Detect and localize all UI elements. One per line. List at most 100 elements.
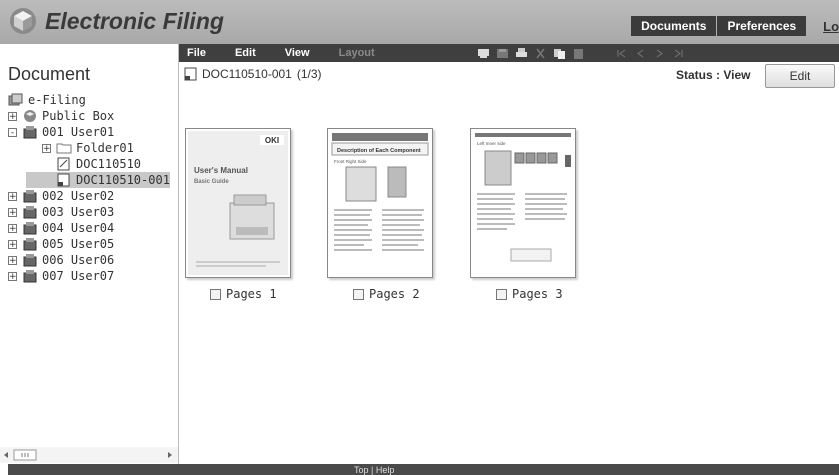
paste-icon <box>573 48 583 59</box>
tree-label: 005 User05 <box>42 237 115 251</box>
edit-button[interactable]: Edit <box>765 64 835 88</box>
menu-bar: File Edit View Layout <box>179 44 839 62</box>
user-box-icon <box>23 206 37 219</box>
tree-label: e-Filing <box>28 93 86 107</box>
expand-icon[interactable]: + <box>8 271 17 281</box>
page-thumbnail-3[interactable]: Left Inner side <box>470 128 576 278</box>
expand-icon[interactable]: + <box>8 255 17 265</box>
tree-label: 007 User07 <box>42 269 115 283</box>
print-icon[interactable] <box>515 47 528 59</box>
app-logo: Electronic Filing <box>8 7 224 35</box>
tree-label: 004 User04 <box>42 221 115 235</box>
page-heading: Description of Each Component <box>337 148 421 154</box>
tree-label: 006 User06 <box>42 253 115 267</box>
user-box-icon <box>23 190 37 203</box>
public-box-icon <box>24 110 36 122</box>
page-label: Pages 1 <box>226 287 277 301</box>
page-thumbnail-1[interactable]: OKI User's Manual Basic Guide <box>185 128 291 278</box>
prev-page-icon <box>636 49 643 57</box>
page-heading: User's Manual <box>194 166 248 175</box>
menu-layout: Layout <box>338 47 375 59</box>
collapse-icon[interactable]: - <box>8 127 17 137</box>
tree-label: Public Box <box>42 109 115 123</box>
tree-label: DOC110510 <box>76 157 142 171</box>
tree-label: 001 User01 <box>42 125 115 139</box>
tree-item-user05[interactable]: + 005 User05 <box>8 236 114 252</box>
page-select-1[interactable]: Pages 1 <box>210 287 277 301</box>
header-bar: Electronic Filing Documents Preferences … <box>0 0 839 45</box>
tree-item-doc110510[interactable]: DOC110510 <box>56 156 141 172</box>
last-page-icon <box>674 49 683 57</box>
tree-label: 003 User03 <box>42 205 115 219</box>
tree-item-user01[interactable]: - 001 User01 <box>8 124 114 140</box>
doc-title-bar: DOC110510-001 (1/3) <box>184 67 322 81</box>
page-info: (1/3) <box>296 67 322 81</box>
user-box-icon <box>23 270 37 283</box>
expand-icon[interactable]: + <box>8 111 17 121</box>
page-heading: Left Inner side <box>477 141 506 146</box>
page-subheading: Basic Guide <box>194 179 229 185</box>
page-select-2[interactable]: Pages 2 <box>353 287 420 301</box>
brand-text: OKI <box>265 136 279 145</box>
app-title: Electronic Filing <box>45 7 224 34</box>
cut-icon <box>536 48 545 58</box>
expand-icon[interactable]: + <box>8 239 17 249</box>
folder-icon <box>56 143 72 154</box>
document-icon <box>57 173 70 187</box>
page-select-3[interactable]: Pages 3 <box>496 287 563 301</box>
page-thumbnail-2[interactable]: Description of Each Component Front Righ… <box>327 128 433 278</box>
page-label: Pages 3 <box>512 287 563 301</box>
tree-label: 002 User02 <box>42 189 115 203</box>
expand-icon[interactable]: + <box>42 143 51 153</box>
doc-name: DOC110510-001 <box>202 67 292 81</box>
page-subheading: Front Right Side <box>334 159 367 164</box>
document-view: DOC110510-001 (1/3) Status : View Edit O… <box>179 62 839 464</box>
tree-item-folder01[interactable]: + Folder01 <box>42 140 134 156</box>
tree-label: Folder01 <box>76 141 134 155</box>
sidebar-hscrollbar[interactable] <box>0 447 178 463</box>
page-preview: Description of Each Component Front Righ… <box>328 129 432 277</box>
page-preview: Left Inner side <box>471 129 575 277</box>
menu-view[interactable]: View <box>285 47 310 59</box>
save-icon <box>496 48 508 58</box>
copy-icon[interactable] <box>553 48 566 59</box>
cube-logo-icon <box>10 8 36 34</box>
logout-link[interactable]: Log <box>823 19 839 34</box>
tree-label: DOC110510-001 <box>76 173 170 187</box>
user-box-icon <box>23 254 37 267</box>
menu-file[interactable]: File <box>187 47 206 59</box>
tree-item-efiling[interactable]: e-Filing <box>8 92 86 108</box>
page-checkbox[interactable] <box>353 288 364 300</box>
tree-item-user03[interactable]: + 003 User03 <box>8 204 114 220</box>
page-checkbox[interactable] <box>496 288 507 300</box>
preferences-tab[interactable]: Preferences <box>717 16 807 36</box>
tree-item-user06[interactable]: + 006 User06 <box>8 252 114 268</box>
tree-item-user04[interactable]: + 004 User04 <box>8 220 114 236</box>
properties-icon[interactable] <box>477 48 490 59</box>
sidebar-title: Document <box>8 64 91 84</box>
user-box-icon <box>23 222 37 235</box>
efiling-root-icon <box>8 93 23 106</box>
tree-item-user02[interactable]: + 002 User02 <box>8 188 114 204</box>
document-icon <box>57 157 70 171</box>
user-box-icon <box>23 238 37 251</box>
tree-item-user07[interactable]: + 007 User07 <box>8 268 114 284</box>
expand-icon[interactable]: + <box>8 191 17 201</box>
footer-bar: Top | Help <box>8 464 839 475</box>
next-page-icon <box>656 49 663 57</box>
top-nav: Documents Preferences Log <box>631 16 839 36</box>
user-box-icon <box>23 126 37 139</box>
documents-tab[interactable]: Documents <box>631 16 717 36</box>
expand-icon[interactable]: + <box>8 207 17 217</box>
document-icon <box>184 67 197 81</box>
page-preview: OKI User's Manual Basic Guide <box>186 129 290 277</box>
status-label: Status : View <box>676 68 751 82</box>
menu-edit[interactable]: Edit <box>235 47 256 59</box>
page-label: Pages 2 <box>369 287 420 301</box>
tree-item-doc110510-001[interactable]: DOC110510-001 <box>26 172 170 188</box>
first-page-icon <box>617 49 625 57</box>
expand-icon[interactable]: + <box>8 223 17 233</box>
tree-item-public-box[interactable]: + Public Box <box>8 108 114 124</box>
footer-links[interactable]: Top | Help <box>354 465 394 475</box>
page-checkbox[interactable] <box>210 288 221 300</box>
